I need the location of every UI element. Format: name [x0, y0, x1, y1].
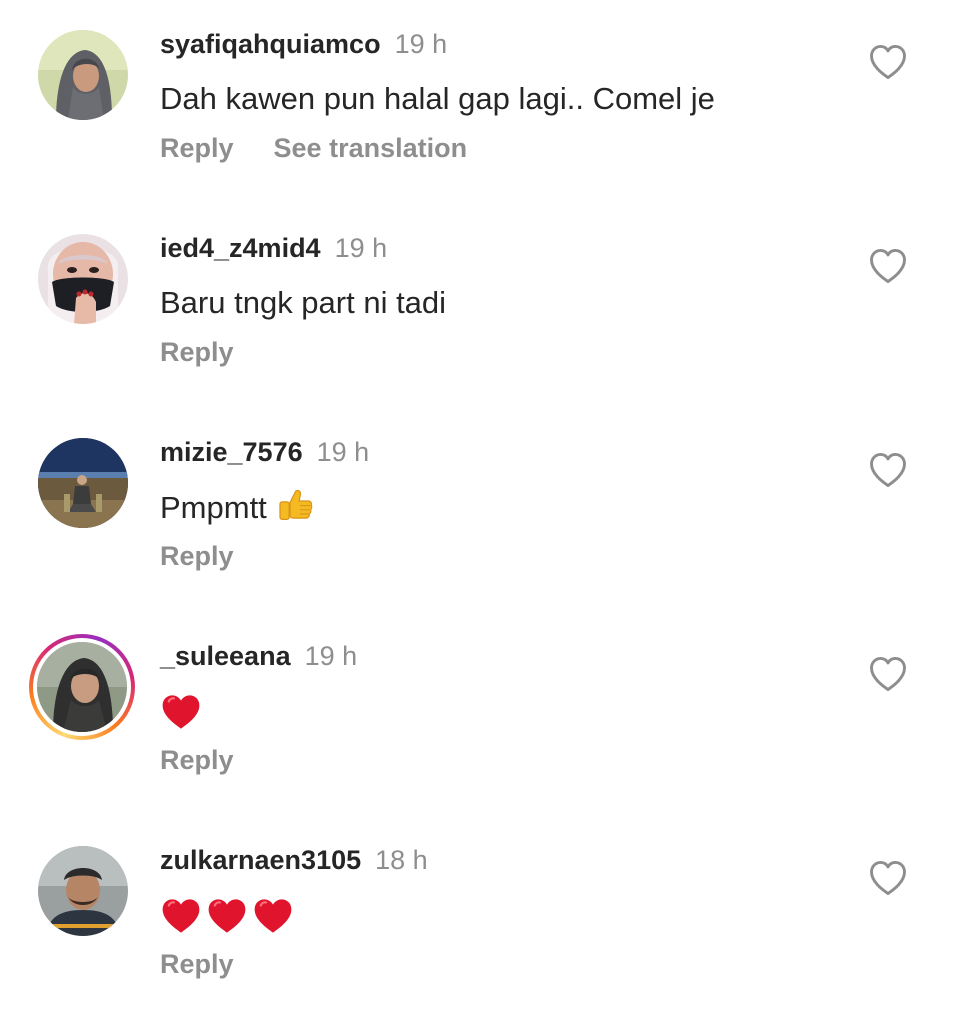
comment-list: syafiqahquiamco 19 h Dah kawen pun halal …	[0, 0, 963, 1024]
comment-item: ied4_z4mid4 19 h Baru tngk part ni tadi R…	[0, 204, 963, 404]
reply-button[interactable]: Reply	[160, 133, 234, 163]
avatar[interactable]	[38, 234, 128, 324]
comment-item: zulkarnaen3105 18 h Reply	[0, 816, 963, 1016]
timestamp: 19 h	[394, 29, 448, 59]
comment-item: _suleeana 19 h Reply	[0, 612, 963, 812]
comment-meta: ied4_z4mid4 19 h	[160, 230, 387, 266]
red-heart-icon	[252, 895, 294, 937]
reply-button[interactable]: Reply	[160, 949, 234, 979]
reply-button[interactable]: Reply	[160, 745, 234, 775]
avatar[interactable]	[38, 846, 128, 936]
heart-outline-icon	[866, 40, 910, 84]
like-button[interactable]	[866, 40, 910, 84]
timestamp: 18 h	[375, 845, 428, 875]
reply-button[interactable]: Reply	[160, 337, 234, 367]
comment-emoji	[160, 894, 294, 938]
comment-text-row: Pmpmtt	[160, 486, 315, 528]
heart-outline-icon	[866, 448, 910, 492]
heart-outline-icon	[866, 244, 910, 288]
comment-actions: Reply See translation	[160, 128, 467, 168]
username[interactable]: mizie_7576	[160, 437, 303, 467]
comment-actions: Reply	[160, 944, 234, 984]
heart-outline-icon	[866, 652, 910, 696]
username[interactable]: zulkarnaen3105	[160, 845, 361, 875]
comment-emoji	[160, 690, 202, 734]
avatar[interactable]	[38, 30, 128, 120]
comment-text: Dah kawen pun halal gap lagi.. Comel je	[160, 81, 715, 116]
username[interactable]: syafiqahquiamco	[160, 29, 381, 59]
comment-text: Pmpmtt	[160, 490, 267, 525]
story-ring[interactable]	[29, 634, 135, 740]
red-heart-icon	[160, 691, 202, 733]
like-button[interactable]	[866, 448, 910, 492]
like-button[interactable]	[866, 652, 910, 696]
red-heart-icon	[160, 895, 202, 937]
comment-meta: syafiqahquiamco 19 h	[160, 26, 447, 62]
comment-actions: Reply	[160, 332, 234, 372]
comment-meta: zulkarnaen3105 18 h	[160, 842, 428, 878]
like-button[interactable]	[866, 244, 910, 288]
username[interactable]: ied4_z4mid4	[160, 233, 321, 263]
reply-button[interactable]: Reply	[160, 541, 234, 571]
thumbs-up-icon	[275, 486, 315, 526]
comment-meta: _suleeana 19 h	[160, 638, 357, 674]
comment-actions: Reply	[160, 740, 234, 780]
username[interactable]: _suleeana	[160, 641, 291, 671]
avatar	[37, 642, 127, 732]
comment-meta: mizie_7576 19 h	[160, 434, 369, 470]
timestamp: 19 h	[304, 641, 358, 671]
timestamp: 19 h	[334, 233, 388, 263]
comment-item: syafiqahquiamco 19 h Dah kawen pun halal …	[0, 0, 963, 200]
avatar[interactable]	[38, 438, 128, 528]
comment-item: mizie_7576 19 h Pmpmtt Reply	[0, 408, 963, 608]
comment-text: Baru tngk part ni tadi	[160, 285, 447, 320]
comment-actions: Reply	[160, 536, 234, 576]
see-translation-button[interactable]: See translation	[274, 133, 468, 163]
timestamp: 19 h	[316, 437, 370, 467]
like-button[interactable]	[866, 856, 910, 900]
red-heart-icon	[206, 895, 248, 937]
heart-outline-icon	[866, 856, 910, 900]
